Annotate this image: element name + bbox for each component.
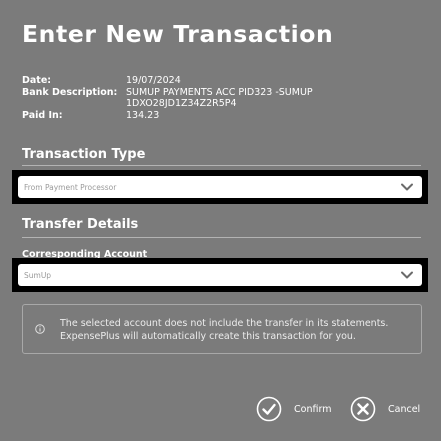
info-icon <box>35 324 45 334</box>
transaction-type-divider <box>22 165 421 166</box>
paid-in-value: 134.23 <box>126 109 160 121</box>
date-label: Date: <box>22 75 52 86</box>
transaction-type-selected-value: From Payment Processor <box>24 182 117 192</box>
transaction-details: Date: 19/07/2024 Bank Description: SUMUP… <box>22 75 346 121</box>
transaction-type-select[interactable]: From Payment Processor <box>18 176 422 198</box>
dialog-actions: Confirm Cancel <box>0 395 441 423</box>
cancel-button[interactable]: Cancel <box>350 395 420 423</box>
paid-in-label: Paid In: <box>22 109 63 121</box>
corresponding-account-select-highlight: SumUp <box>12 258 428 292</box>
confirm-label: Confirm <box>294 403 332 415</box>
date-row: Date: 19/07/2024 <box>22 75 346 87</box>
cancel-label: Cancel <box>388 403 421 415</box>
date-value: 19/07/2024 <box>126 75 181 86</box>
transfer-details-heading: Transfer Details <box>22 217 139 232</box>
transfer-details-divider <box>22 237 421 238</box>
info-message-text: The selected account does not include th… <box>60 318 389 342</box>
transaction-type-heading: Transaction Type <box>22 147 146 162</box>
info-message-box: The selected account does not include th… <box>22 304 422 354</box>
chevron-down-icon[interactable] <box>400 269 414 281</box>
corresponding-account-selected-value: SumUp <box>24 270 52 280</box>
bank-description-value: SUMUP PAYMENTS ACC PID323 -SUMUP 1DXO28J… <box>126 86 313 110</box>
enter-transaction-dialog: Enter New Transaction Date: 19/07/2024 B… <box>0 0 441 441</box>
chevron-down-icon[interactable] <box>400 181 414 193</box>
check-circle-icon <box>256 396 282 422</box>
transaction-type-select-highlight: From Payment Processor <box>12 170 428 204</box>
corresponding-account-select[interactable]: SumUp <box>18 264 422 286</box>
bank-description-row: Bank Description: SUMUP PAYMENTS ACC PID… <box>22 87 346 110</box>
page-title: Enter New Transaction <box>22 20 334 48</box>
bank-description-label: Bank Description: <box>22 86 118 98</box>
paid-in-row: Paid In: 134.23 <box>22 110 346 122</box>
close-circle-icon <box>350 396 376 422</box>
confirm-button[interactable]: Confirm <box>256 395 331 423</box>
